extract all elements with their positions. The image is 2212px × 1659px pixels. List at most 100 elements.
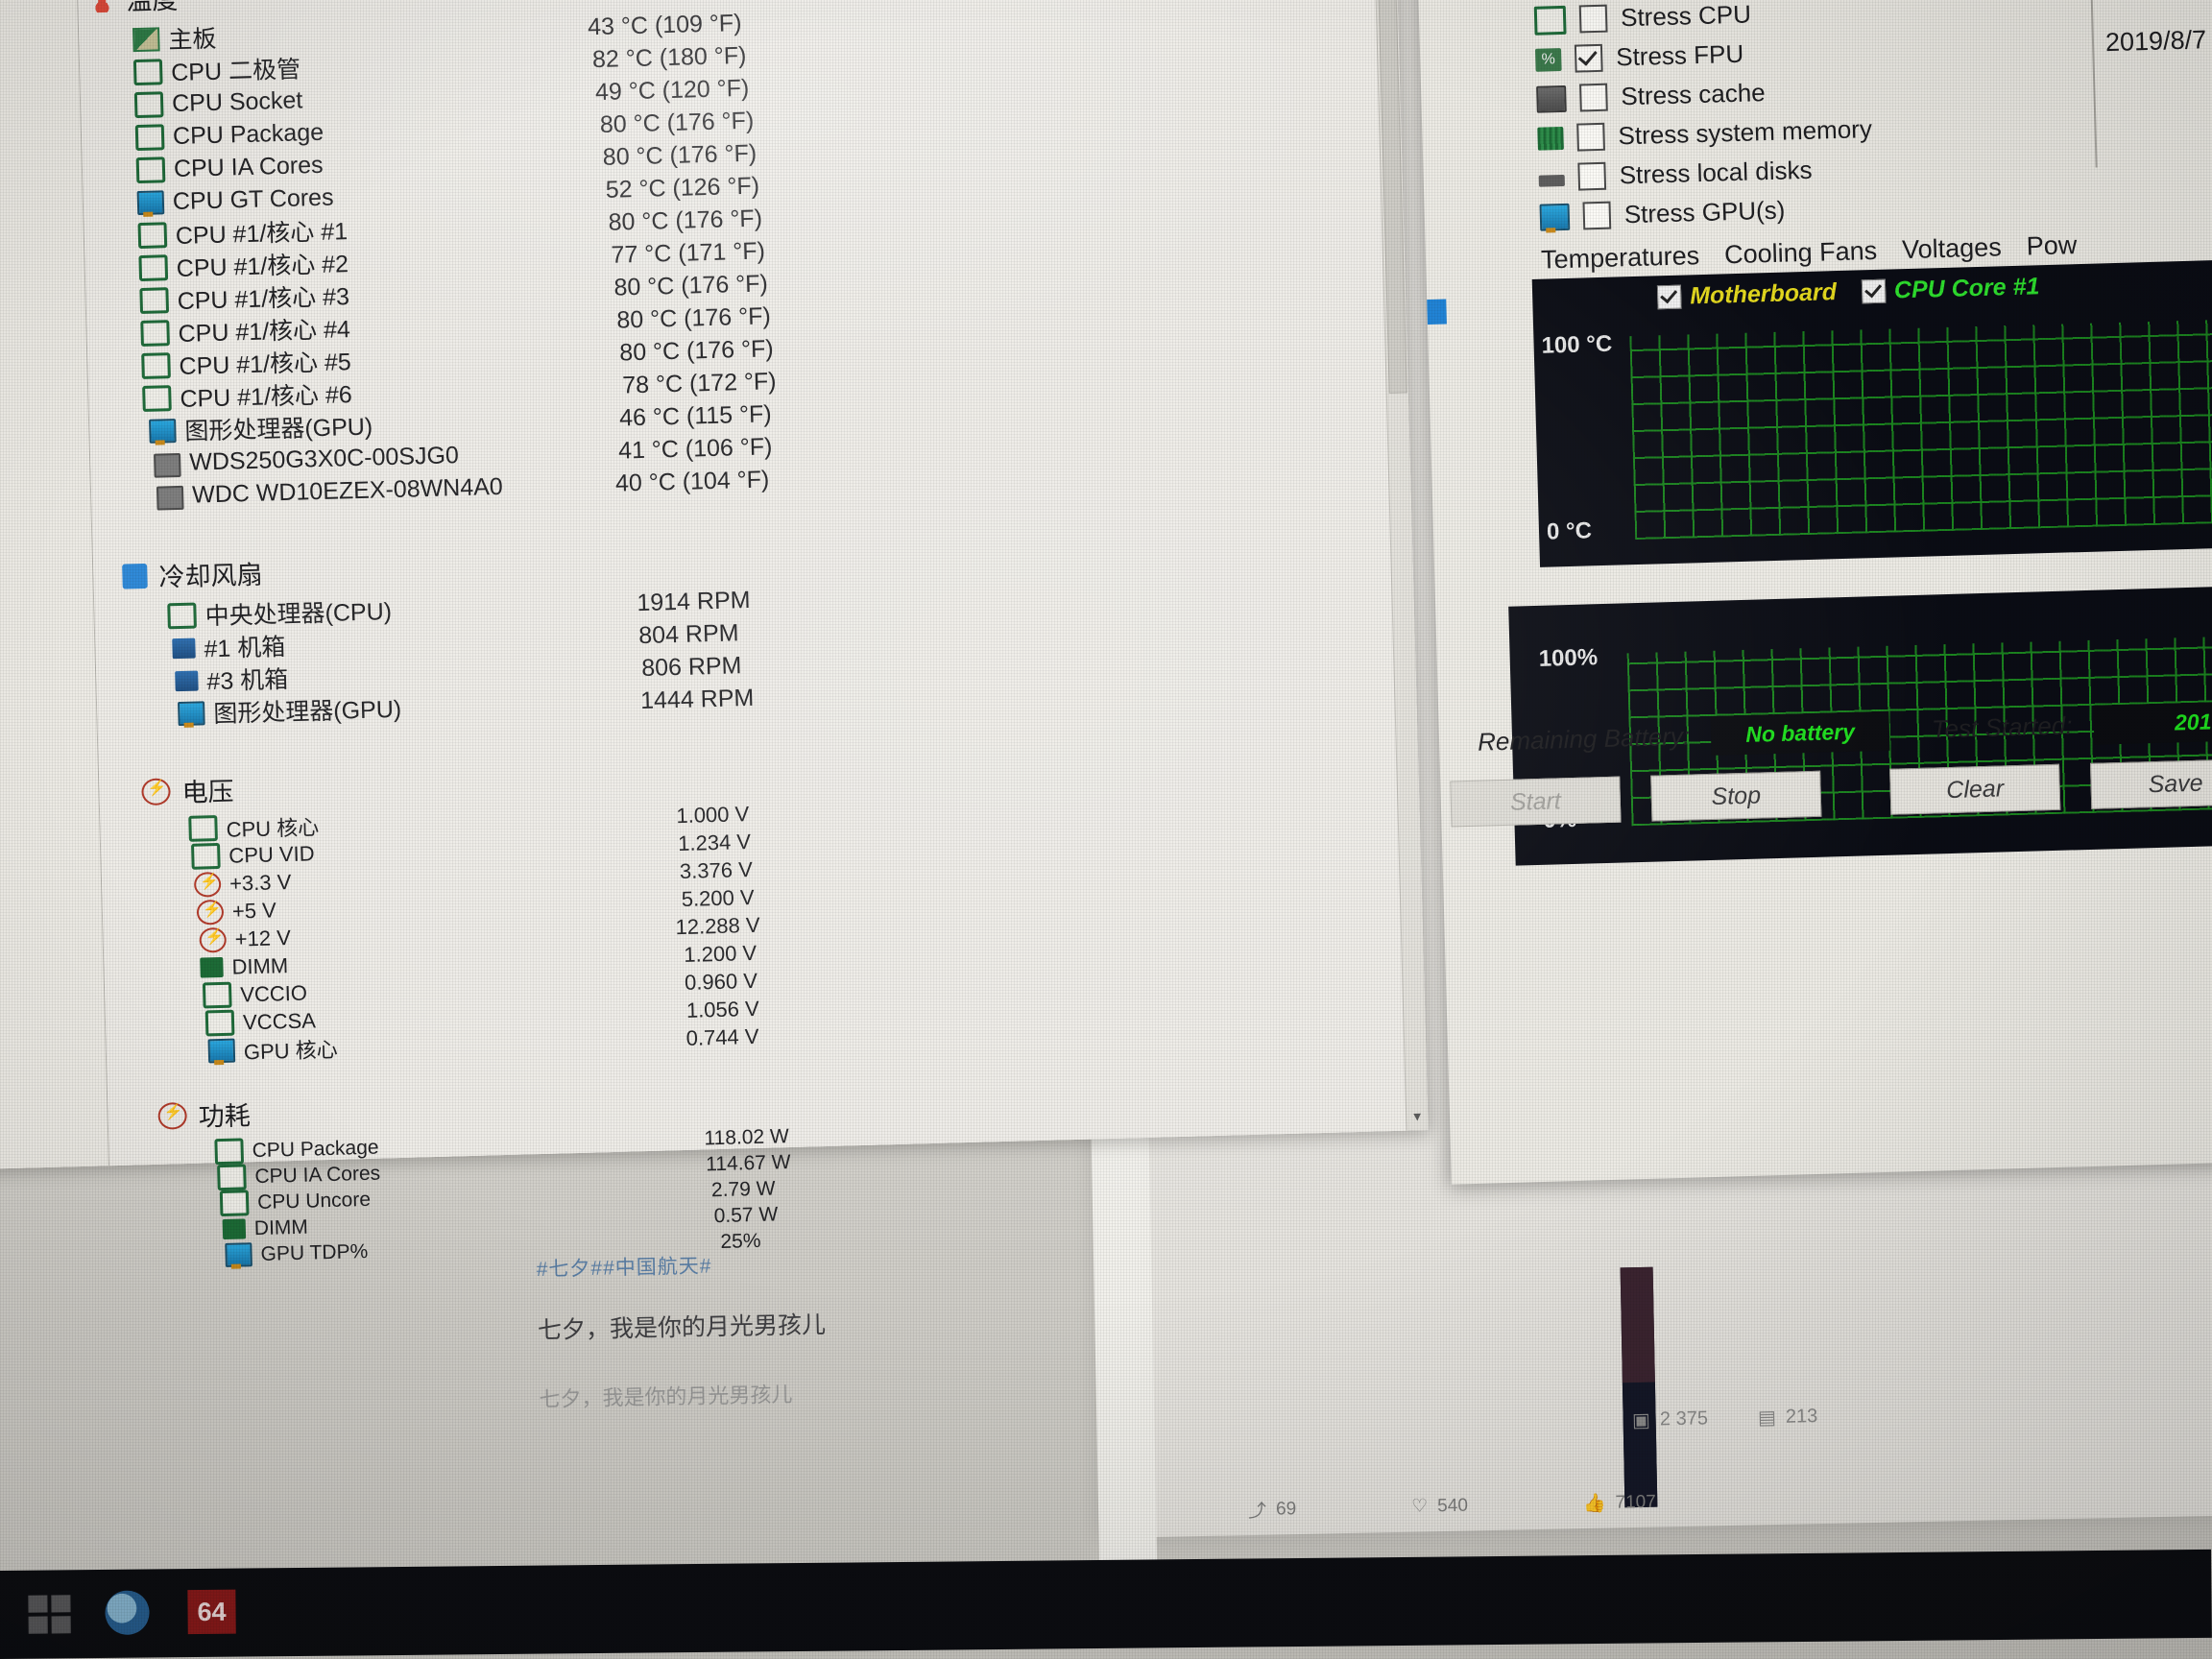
cpu-icon [142,384,172,412]
sensor-name: GPU TDP% [260,1239,369,1265]
tab-temperatures[interactable]: Temperatures [1541,241,1700,276]
windows-start-icon[interactable] [28,1595,71,1634]
datetime-title: Date & T [2119,0,2212,1]
chart-y-max-label: 100 °C [1541,330,1613,359]
like-icon: 👍 [1582,1493,1606,1514]
sensor-value: 82 °C (180 °F) [591,41,747,73]
cpu-icon [167,602,197,629]
stress-cpu-checkbox[interactable] [1578,4,1608,34]
sensor-name: #3 机箱 [206,665,289,696]
stress-cache-label: Stress cache [1620,78,1767,111]
sensor-name: CPU 二极管 [170,56,301,87]
scroll-down-icon[interactable]: ▼ [1409,1109,1425,1124]
cpu-icon [141,351,171,379]
sensor-value: 0.960 V [684,968,758,995]
sensor-value: 46 °C (115 °F) [618,399,772,432]
stress-gpu-checkbox[interactable] [1582,201,1612,230]
datetime-panel: Date & T 2019/8/7 [2089,0,2212,168]
gpu-icon [207,1038,236,1064]
cpu-icon [1533,5,1567,36]
gpu-icon [149,418,177,444]
remaining-battery-value: No battery [1710,710,1890,756]
motherboard-icon [132,26,160,52]
case-icon [175,670,199,691]
stress-memory-label: Stress system memory [1618,114,1873,151]
sensor-value: 2.79 W [710,1176,776,1201]
stress-memory-checkbox[interactable] [1576,122,1605,152]
sensor-name: WDC WD10EZEX-08WN4A0 [191,472,504,509]
sensor-name: CPU VID [228,840,315,868]
start-button[interactable]: Start [1450,776,1622,828]
sensor-value: 1.200 V [683,940,757,967]
legend-checkbox[interactable] [1861,278,1887,304]
sensor-name: CPU Socket [171,85,303,117]
gpu-icon [1539,203,1571,231]
voltage-icon [193,871,222,898]
save-button[interactable]: Save [2089,757,2212,809]
sensor-value: 40 °C (104 °F) [614,465,770,497]
sensor-value: 118.02 W [704,1124,790,1149]
legend-checkbox[interactable] [1656,284,1682,310]
sensor-value: 1.000 V [676,801,750,828]
sensor-value: 3.376 V [679,856,754,883]
aida64-main-window: 理 计算机 要 统 设备 [0,0,1429,1267]
sensor-value: 1.234 V [677,829,752,855]
sensor-value: 80 °C (176 °F) [608,204,763,236]
sensor-value: 0.744 V [685,1023,759,1050]
stress-fpu-checkbox[interactable] [1574,43,1603,73]
clear-button[interactable]: Clear [1889,763,2061,815]
cpu-icon [139,286,170,314]
cpu-icon [214,1138,245,1166]
sensor-value: 1914 RPM [637,586,751,616]
comment-stat: ▤ 213 [1758,1405,1818,1430]
web-post-title[interactable]: 七夕，我是你的月光男孩儿 [538,1300,1115,1346]
chart-y-max-label: 100% [1538,644,1599,672]
voltage-icon [141,777,171,805]
sensor-name: CPU IA Cores [173,151,324,182]
cortana-icon[interactable] [105,1590,150,1635]
aida64-icon[interactable]: 64 [187,1589,236,1635]
sensor-value: 80 °C (176 °F) [599,107,755,138]
sensor-name: 主板 [167,25,217,55]
sensor-name: WDS250G3X0C-00SJG0 [188,441,460,476]
stress-disks-checkbox[interactable] [1577,161,1607,191]
web-post: #七夕##中国航天# 七夕，我是你的月光男孩儿 七夕，我是你的月光男孩儿 [536,1242,1115,1413]
stop-button[interactable]: Stop [1650,770,1822,822]
tab-cooling-fans[interactable]: Cooling Fans [1724,236,1878,270]
chart-gridlines [1629,311,2212,541]
cpu-icon [132,58,163,85]
aida64-client-area: 理 计算机 要 统 设备 [0,0,1429,1267]
like-stat: 👍 7107 [1583,1489,1656,1516]
disk-icon [1538,174,1565,187]
test-started-label: Test Started: [1931,710,2073,744]
thermometer-icon [88,0,115,12]
sensor-value: 77 °C (171 °F) [611,236,766,269]
group-title: 冷却风扇 [158,560,263,592]
sidebar-item-14[interactable]: 性能测试 [0,634,95,678]
cpu-icon [217,1164,247,1191]
cpu-icon [191,842,221,870]
temperature-chart: Motherboard CPU Core #1 100 °C 0 °C [1531,252,2212,567]
stress-cpu-label: Stress CPU [1620,0,1752,33]
cpu-icon [133,90,164,118]
cpu-icon [188,815,218,842]
tab-voltages[interactable]: Voltages [1902,232,2002,265]
test-started-value: 2019/8/ [2092,698,2212,745]
stress-gpu-label: Stress GPU(s) [1623,195,1786,229]
sensor-value: 25% [720,1229,761,1253]
legend-motherboard[interactable]: Motherboard [1656,278,1838,311]
stress-cache-checkbox[interactable] [1579,83,1608,112]
gpu-icon [177,700,205,726]
legend-cpu-core-1[interactable]: CPU Core #1 [1861,273,2040,305]
sensor-name: GPU 核心 [243,1037,338,1064]
play-stat: ▣ 2 375 [1632,1407,1708,1432]
sensor-name: CPU IA Cores [254,1162,381,1188]
sensor-name: +5 V [231,897,277,924]
monitor-photo: #七夕##中国航天# 七夕，我是你的月光男孩儿 七夕，我是你的月光男孩儿 ▣ 2… [0,0,2212,1659]
stress-fpu-label: Stress FPU [1615,38,1744,72]
fpu-icon: % [1534,47,1562,72]
sensor-value: 78 °C (172 °F) [621,367,777,398]
system-stability-test-dialog: Stress CPU % Stress FPU Stress cache Str… [1409,0,2212,1185]
tab-power[interactable]: Pow [2026,230,2077,261]
sensor-value: 80 °C (176 °F) [602,139,757,171]
